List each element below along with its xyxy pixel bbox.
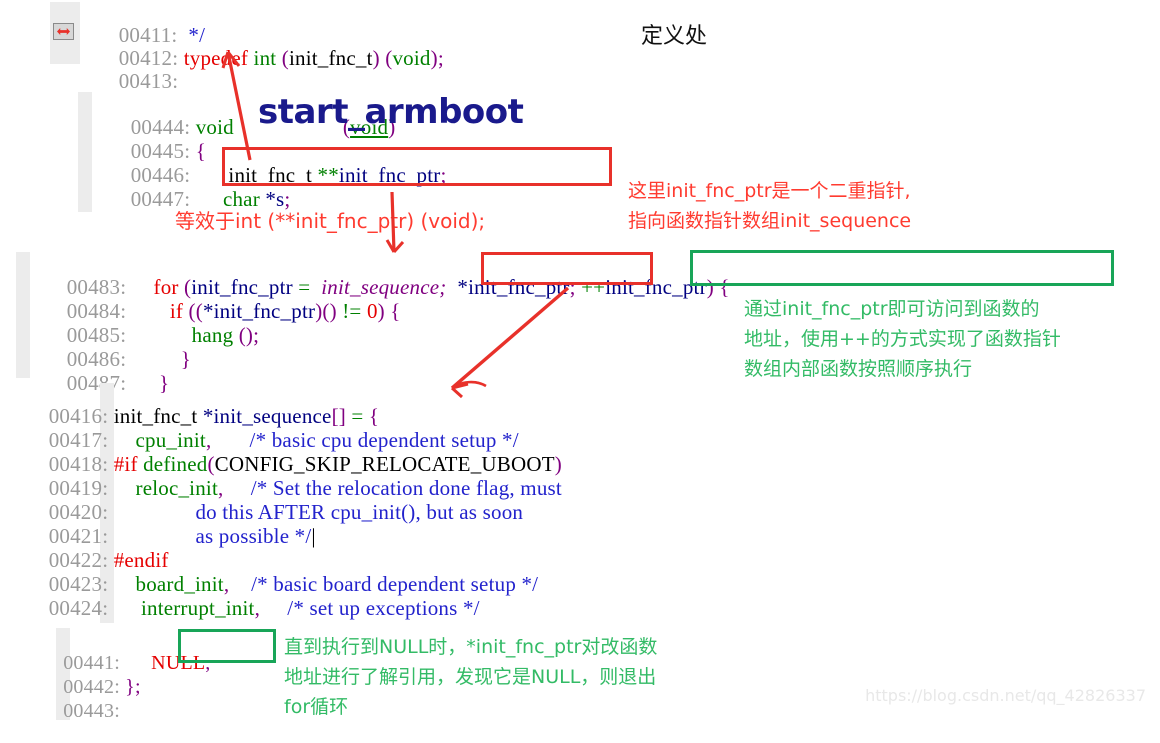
brace-close: } — [180, 347, 192, 371]
paren: (); — [238, 323, 260, 347]
call-hang: hang — [191, 323, 234, 347]
code-snippet-typedef: 00411: */ 00412: typedef int (init_fnc_t… — [50, 2, 670, 92]
ident-init-fnc-t: init_fnc_t — [288, 46, 373, 70]
comment-reloc-3: as possible */ — [195, 524, 312, 548]
arrow-head-for-ptr — [385, 239, 405, 254]
annotation-null-exit-line3: for循环 — [284, 696, 349, 718]
annotation-definition-site: 定义处 — [641, 24, 708, 49]
highlight-box-init-fnc-ptr-decl — [222, 147, 612, 186]
brace: { — [390, 299, 401, 323]
sp — [260, 596, 287, 620]
annotation-access-function-line3: 数组内部函数按照顺序执行 — [744, 358, 973, 380]
paren2: ) — [372, 46, 380, 70]
annotation-double-pointer-line2: 指向函数指针数组init_sequence — [628, 210, 912, 232]
annotation-access-function-line1: 通过init_fnc_ptr即可访问到函数的 — [744, 298, 1040, 320]
paren: ( — [281, 46, 289, 70]
paren2: )() — [315, 299, 337, 323]
annotation-double-pointer-line1: 这里init_fnc_ptr是一个二重指针, — [628, 180, 911, 202]
highlight-box-null — [178, 629, 276, 663]
type-void: void — [392, 46, 431, 70]
kw-typedef: typedef — [183, 46, 249, 70]
line-number: 00413: — [118, 69, 179, 93]
paren3: ) — [377, 299, 385, 323]
comment-exceptions: /* set up exceptions */ — [287, 596, 480, 620]
annotation-equivalent-decl: 等效于int (**init_fnc_ptr) (void); — [175, 209, 486, 233]
literal-zero: 0 — [366, 299, 378, 323]
breakpoint-glyph — [57, 28, 70, 35]
sp4 — [446, 275, 457, 299]
text-caret: | — [311, 524, 316, 548]
line-number: 00424: — [48, 596, 109, 620]
code-line-00443: 00443: — [32, 680, 120, 743]
line-number: 00443: — [63, 700, 120, 722]
annotation-access-function-line2: 地址，使用++的方式实现了函数指针 — [744, 328, 1061, 350]
code-snippet-init-sequence: 00416: init_fnc_t *init_sequence[] = { 0… — [16, 383, 1156, 623]
highlighted-function-name: start_armboot — [258, 92, 524, 132]
op-neq: != — [342, 299, 362, 323]
watermark: https://blog.csdn.net/qq_42826337 — [865, 686, 1146, 705]
screenshot-root: 00411: */ 00412: typedef int (init_fnc_t… — [0, 0, 1160, 722]
breakpoint-icon[interactable] — [53, 23, 74, 40]
type-int: int — [253, 46, 277, 70]
highlight-box-init-sequence — [481, 252, 653, 285]
highlight-box-loop-condition — [690, 250, 1114, 286]
paren4: ); — [430, 46, 444, 70]
annotation-null-exit-line1: 直到执行到NULL时，*init_fnc_ptr对改函数 — [284, 636, 658, 658]
brace-semi: }; — [119, 676, 141, 698]
editor-gutter[interactable] — [78, 92, 92, 212]
annotation-null-exit-line2: 地址进行了解引用，发现它是NULL，则退出 — [284, 666, 657, 688]
editor-gutter[interactable] — [16, 252, 30, 378]
entry-interrupt-init: interrupt_init — [140, 596, 255, 620]
